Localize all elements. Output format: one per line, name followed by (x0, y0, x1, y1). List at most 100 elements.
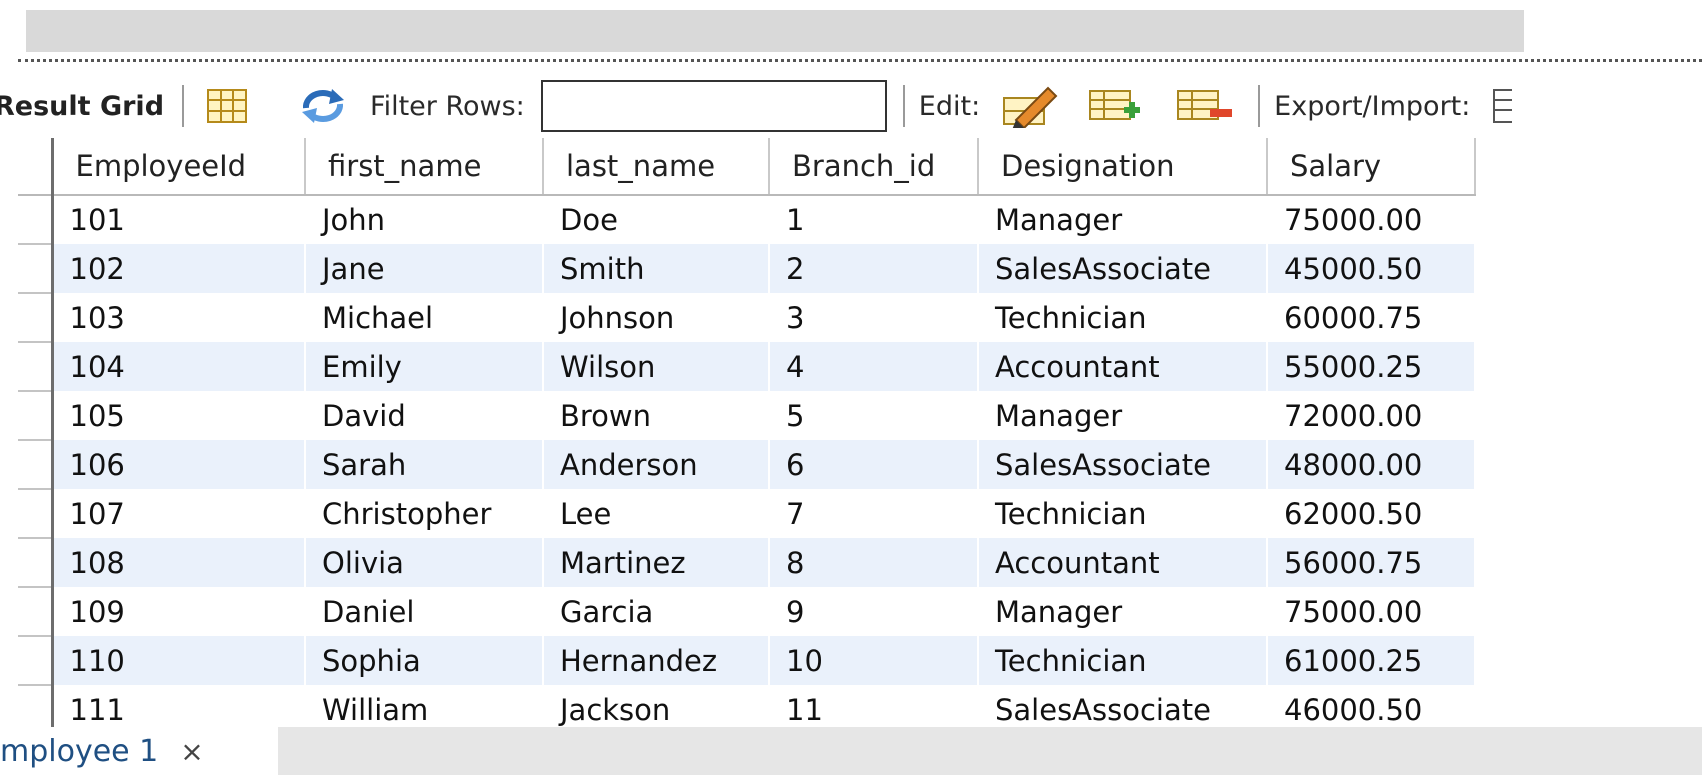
close-icon[interactable]: × (180, 735, 203, 768)
cell-employeeid[interactable]: 104 (52, 342, 306, 391)
column-header-branch-id[interactable]: Branch_id (769, 138, 979, 196)
cell-employeeid[interactable]: 105 (52, 391, 306, 440)
cell-last-name[interactable]: Hernandez (543, 636, 770, 685)
column-header-salary[interactable]: Salary (1267, 138, 1476, 196)
cell-designation[interactable]: Manager (978, 587, 1268, 636)
cell-employeeid[interactable]: 109 (52, 587, 306, 636)
row-selector[interactable] (18, 342, 54, 392)
row-selector[interactable] (18, 489, 54, 539)
table-row[interactable]: 108 Olivia Martinez 8 Accountant 56000.75 (18, 538, 1586, 588)
cell-salary[interactable]: 45000.50 (1267, 244, 1476, 293)
row-header-corner[interactable] (18, 138, 54, 196)
cell-last-name[interactable]: Doe (543, 195, 770, 244)
table-row[interactable]: 101 John Doe 1 Manager 75000.00 (18, 195, 1586, 245)
filter-rows-input[interactable] (540, 80, 887, 132)
table-row[interactable]: 103 Michael Johnson 3 Technician 60000.75 (18, 293, 1586, 343)
grid-layout-icon[interactable] (206, 88, 248, 124)
cell-branch-id[interactable]: 5 (769, 391, 979, 440)
cell-first-name[interactable]: Olivia (305, 538, 544, 587)
cell-first-name[interactable]: Sarah (305, 440, 544, 489)
cell-designation[interactable]: Accountant (978, 342, 1268, 391)
cell-designation[interactable]: Manager (978, 391, 1268, 440)
cell-designation[interactable]: Technician (978, 293, 1268, 342)
cell-designation[interactable]: Technician (978, 489, 1268, 538)
table-row[interactable]: 104 Emily Wilson 4 Accountant 55000.25 (18, 342, 1586, 392)
row-selector[interactable] (18, 195, 54, 245)
row-selector[interactable] (18, 391, 54, 441)
cell-salary[interactable]: 62000.50 (1267, 489, 1476, 538)
panel-splitter[interactable] (18, 59, 1702, 62)
cell-employeeid[interactable]: 107 (52, 489, 306, 538)
cell-first-name[interactable]: William (305, 685, 544, 727)
cell-first-name[interactable]: Sophia (305, 636, 544, 685)
cell-branch-id[interactable]: 8 (769, 538, 979, 587)
row-selector[interactable] (18, 440, 54, 490)
column-header-employeeid[interactable]: EmployeeId (52, 138, 306, 196)
table-row[interactable]: 110 Sophia Hernandez 10 Technician 61000.25 (18, 636, 1586, 686)
cell-branch-id[interactable]: 9 (769, 587, 979, 636)
cell-employeeid[interactable]: 110 (52, 636, 306, 685)
cell-branch-id[interactable]: 4 (769, 342, 979, 391)
cell-designation[interactable]: Manager (978, 195, 1268, 244)
cell-employeeid[interactable]: 106 (52, 440, 306, 489)
column-header-last-name[interactable]: last_name (543, 138, 770, 196)
cell-first-name[interactable]: Christopher (305, 489, 544, 538)
cell-last-name[interactable]: Smith (543, 244, 770, 293)
cell-branch-id[interactable]: 3 (769, 293, 979, 342)
cell-last-name[interactable]: Wilson (543, 342, 770, 391)
result-grid[interactable]: EmployeeId first_name last_name Branch_i… (18, 138, 1586, 727)
cell-designation[interactable]: Technician (978, 636, 1268, 685)
column-header-first-name[interactable]: first_name (305, 138, 544, 196)
cell-last-name[interactable]: Anderson (543, 440, 770, 489)
cell-first-name[interactable]: David (305, 391, 544, 440)
cell-last-name[interactable]: Jackson (543, 685, 770, 727)
cell-salary[interactable]: 56000.75 (1267, 538, 1476, 587)
cell-salary[interactable]: 60000.75 (1267, 293, 1476, 342)
result-tab-employee-1[interactable]: mployee 1 × (0, 727, 278, 775)
table-row[interactable]: 105 David Brown 5 Manager 72000.00 (18, 391, 1586, 441)
row-selector[interactable] (18, 587, 54, 637)
cell-first-name[interactable]: Daniel (305, 587, 544, 636)
cell-last-name[interactable]: Johnson (543, 293, 770, 342)
cell-designation[interactable]: SalesAssociate (978, 685, 1268, 727)
row-selector[interactable] (18, 538, 54, 588)
edit-pencil-icon[interactable] (1002, 84, 1060, 128)
cell-branch-id[interactable]: 11 (769, 685, 979, 727)
table-row[interactable]: 107 Christopher Lee 7 Technician 62000.50 (18, 489, 1586, 539)
cell-employeeid[interactable]: 101 (52, 195, 306, 244)
cell-first-name[interactable]: Emily (305, 342, 544, 391)
export-icon[interactable] (1492, 86, 1513, 126)
cell-branch-id[interactable]: 2 (769, 244, 979, 293)
cell-salary[interactable]: 61000.25 (1267, 636, 1476, 685)
cell-designation[interactable]: SalesAssociate (978, 440, 1268, 489)
cell-branch-id[interactable]: 10 (769, 636, 979, 685)
cell-salary[interactable]: 72000.00 (1267, 391, 1476, 440)
table-row[interactable]: 106 Sarah Anderson 6 SalesAssociate 48000.00 (18, 440, 1586, 490)
refresh-icon[interactable] (298, 86, 348, 126)
cell-salary[interactable]: 46000.50 (1267, 685, 1476, 727)
row-selector[interactable] (18, 244, 54, 294)
cell-first-name[interactable]: John (305, 195, 544, 244)
cell-first-name[interactable]: Jane (305, 244, 544, 293)
table-row[interactable]: 102 Jane Smith 2 SalesAssociate 45000.50 (18, 244, 1586, 294)
cell-last-name[interactable]: Brown (543, 391, 770, 440)
cell-employeeid[interactable]: 111 (52, 685, 306, 727)
cell-last-name[interactable]: Lee (543, 489, 770, 538)
result-grid-label[interactable]: Result Grid (0, 91, 164, 122)
cell-last-name[interactable]: Garcia (543, 587, 770, 636)
cell-salary[interactable]: 75000.00 (1267, 587, 1476, 636)
cell-branch-id[interactable]: 1 (769, 195, 979, 244)
table-row[interactable]: 109 Daniel Garcia 9 Manager 75000.00 (18, 587, 1586, 637)
add-row-icon[interactable] (1088, 87, 1142, 125)
column-header-designation[interactable]: Designation (978, 138, 1268, 196)
cell-last-name[interactable]: Martinez (543, 538, 770, 587)
cell-salary[interactable]: 75000.00 (1267, 195, 1476, 244)
cell-designation[interactable]: SalesAssociate (978, 244, 1268, 293)
cell-employeeid[interactable]: 102 (52, 244, 306, 293)
cell-branch-id[interactable]: 7 (769, 489, 979, 538)
cell-salary[interactable]: 48000.00 (1267, 440, 1476, 489)
delete-row-icon[interactable] (1176, 87, 1234, 125)
cell-designation[interactable]: Accountant (978, 538, 1268, 587)
row-selector[interactable] (18, 293, 54, 343)
cell-branch-id[interactable]: 6 (769, 440, 979, 489)
